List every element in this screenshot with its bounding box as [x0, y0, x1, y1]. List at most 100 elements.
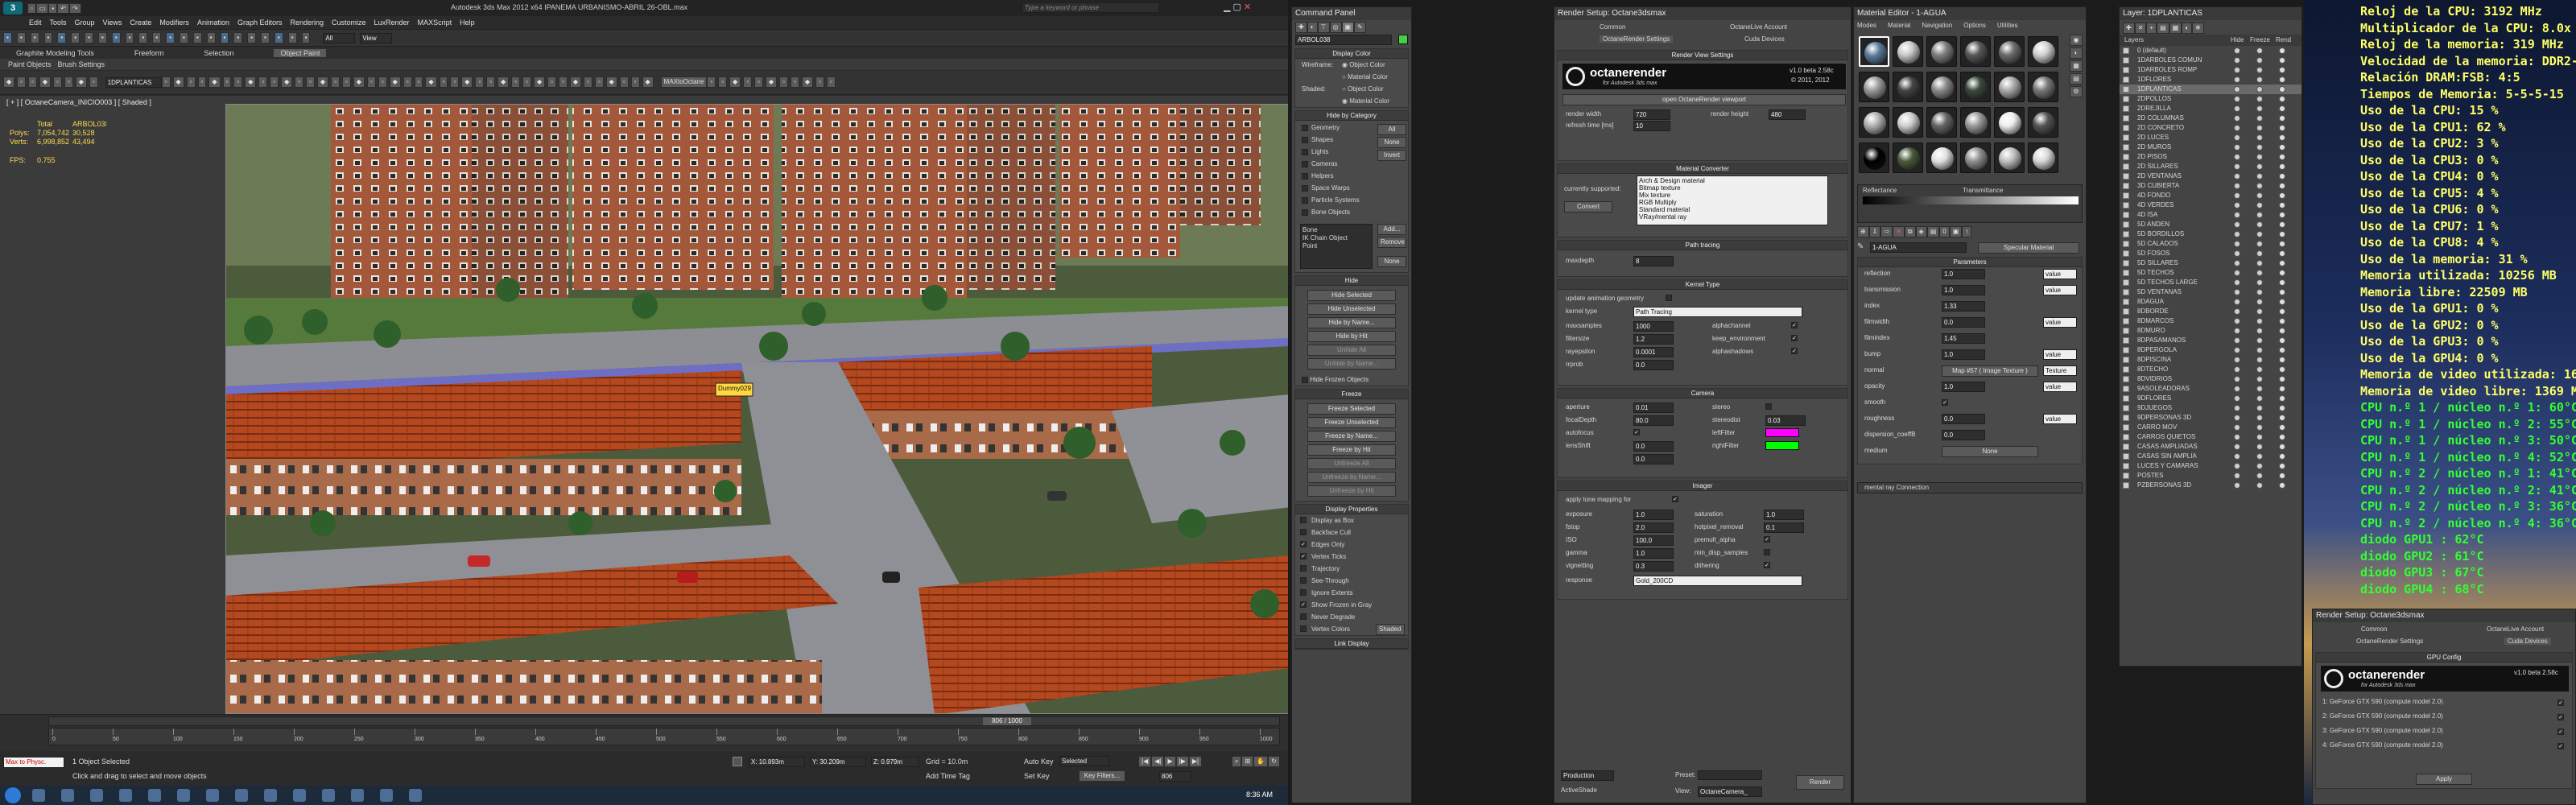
layer-render-toggle[interactable]: [2279, 202, 2285, 208]
freeze-unselected-button[interactable]: Freeze Unselected: [1307, 417, 1396, 428]
pan-icon[interactable]: ✋: [1253, 756, 1269, 767]
layer-row[interactable]: 5D SILLARES: [2120, 258, 2301, 268]
mirror-icon[interactable]: ▪: [125, 32, 134, 43]
layer-hide-toggle[interactable]: [2234, 434, 2240, 440]
supported-item[interactable]: Mix texture: [1639, 192, 1826, 199]
transmission-type-select[interactable]: value: [2043, 285, 2077, 295]
tab-octanelive[interactable]: OctaneLive Account: [1730, 23, 1787, 31]
display-prop-see-through[interactable]: See-Through: [1295, 575, 1408, 587]
unfreeze-all-button[interactable]: Unfreeze All: [1307, 458, 1396, 469]
freeze-all-icon[interactable]: ❄: [2192, 23, 2204, 34]
vignetting-input[interactable]: 0.3: [1633, 561, 1674, 572]
timeline[interactable]: 806 / 1000 0 50 100 150 200 250 300 350 400 450 50…: [0, 714, 1288, 751]
tool-icon[interactable]: ◆: [245, 76, 257, 88]
display-prop-ignore-extents[interactable]: Ignore Extents: [1295, 587, 1408, 599]
tool-icon[interactable]: ▫: [64, 76, 73, 88]
material-slot[interactable]: [1994, 107, 2025, 138]
gpu-checkbox[interactable]: ✓: [2557, 700, 2564, 706]
layer-render-toggle[interactable]: [2279, 376, 2285, 382]
material-slot[interactable]: [1960, 142, 1991, 173]
layer-freeze-toggle[interactable]: [2256, 163, 2263, 170]
tool-icon[interactable]: ▫: [522, 76, 531, 88]
menu-edit[interactable]: Edit: [29, 19, 42, 27]
hide-by-hit-button[interactable]: Hide by Hit: [1307, 331, 1396, 342]
camera-header[interactable]: Camera: [1558, 389, 1847, 398]
menu-modifiers[interactable]: Modifiers: [159, 19, 189, 27]
bump-type-select[interactable]: value: [2043, 349, 2077, 360]
hide-unselected-button[interactable]: Hide Unselected: [1307, 303, 1396, 315]
tool-icon[interactable]: ◆: [533, 76, 546, 88]
tool-icon[interactable]: ◆: [353, 76, 365, 88]
tool-icon[interactable]: ▫: [341, 76, 351, 88]
hierarchy-tab-icon[interactable]: ⊤: [1317, 22, 1330, 33]
smooth-checkbox[interactable]: ✓: [1942, 399, 1948, 406]
layer-render-toggle[interactable]: [2279, 67, 2285, 73]
material-slot[interactable]: [2028, 36, 2058, 67]
layer-manager-icon[interactable]: ▪: [220, 32, 229, 43]
layer-freeze-toggle[interactable]: [2256, 337, 2263, 344]
layer-render-toggle[interactable]: [2279, 163, 2285, 170]
layer-hide-toggle[interactable]: [2234, 347, 2240, 353]
layer-hide-toggle[interactable]: [2234, 105, 2240, 112]
layer-hide-toggle[interactable]: [2234, 231, 2240, 237]
layer-hide-toggle[interactable]: [2234, 444, 2240, 450]
3dsmax-icon[interactable]: [148, 789, 161, 802]
me-menu-material[interactable]: Material: [1888, 22, 1910, 29]
undo-icon[interactable]: ↶: [57, 3, 69, 13]
add-time-tag[interactable]: Add Time Tag: [926, 772, 970, 780]
fstop-input[interactable]: 2.0: [1633, 522, 1674, 533]
layer-render-toggle[interactable]: [2279, 444, 2285, 450]
layer-render-toggle[interactable]: [2279, 212, 2285, 218]
category-bone-objects[interactable]: Bone Objects: [1302, 208, 1350, 216]
material-slot[interactable]: [1960, 107, 1991, 138]
current-frame[interactable]: 806: [1159, 771, 1191, 782]
layer-render-toggle[interactable]: [2279, 415, 2285, 421]
tool-icon[interactable]: ▫: [17, 76, 26, 88]
object-color-swatch[interactable]: [1398, 35, 1408, 44]
material-slot[interactable]: [1893, 142, 1923, 173]
display-prop-vertex-ticks[interactable]: ✓ Vertex Ticks: [1295, 551, 1408, 563]
unfreeze-by-hit-button[interactable]: Unfreeze by Hit: [1307, 485, 1396, 497]
tool-icon[interactable]: ▫: [718, 76, 728, 88]
layer-row[interactable]: CARRO MOV: [2120, 423, 2301, 432]
layer-render-toggle[interactable]: [2279, 134, 2285, 141]
tool-icon[interactable]: ◆: [281, 76, 293, 88]
layer-render-toggle[interactable]: [2279, 260, 2285, 266]
z-coordinate[interactable]: Z: 0.979m: [871, 757, 919, 767]
category-particle-systems[interactable]: Particle Systems: [1302, 196, 1360, 204]
redo-icon[interactable]: ↷: [68, 3, 81, 13]
layer-row[interactable]: 2D PISOS: [2120, 152, 2301, 162]
layer-row[interactable]: 5D CALADOS: [2120, 239, 2301, 249]
reflection-type-select[interactable]: value: [2043, 269, 2077, 279]
layer-render-toggle[interactable]: [2279, 115, 2285, 122]
layer-row[interactable]: 2DPOLLOS: [2120, 94, 2301, 104]
layer-hide-toggle[interactable]: [2234, 357, 2240, 363]
tool-icon[interactable]: ▫: [161, 76, 171, 88]
layer-hide-toggle[interactable]: [2234, 241, 2240, 247]
layer-row[interactable]: 8DBORDE: [2120, 307, 2301, 316]
layer-row[interactable]: 5D BORDILLOS: [2120, 229, 2301, 239]
imager-header[interactable]: Imager: [1558, 481, 1847, 491]
layer-freeze-toggle[interactable]: [2256, 154, 2263, 160]
tool-icon[interactable]: ▫: [258, 76, 268, 88]
layer-hide-toggle[interactable]: [2234, 260, 2240, 266]
layer-row[interactable]: 8DAGUA: [2120, 297, 2301, 307]
options-icon[interactable]: ⚙: [2070, 86, 2083, 97]
material-slot[interactable]: [1960, 72, 1991, 102]
layer-render-toggle[interactable]: [2279, 405, 2285, 411]
layer-hide-toggle[interactable]: [2234, 366, 2240, 373]
filmwidth-type-select[interactable]: value: [2043, 317, 2077, 328]
rayepsilon-input[interactable]: 0.0001: [1633, 347, 1674, 357]
layer-render-toggle[interactable]: [2279, 357, 2285, 363]
layer-freeze-toggle[interactable]: [2256, 386, 2263, 392]
layer-render-toggle[interactable]: [2279, 183, 2285, 189]
layer-row[interactable]: CASAS SIN AMPLIA: [2120, 452, 2301, 461]
curve-editor-icon[interactable]: ▪: [233, 32, 243, 43]
paint-icon[interactable]: [380, 789, 393, 802]
layer-render-toggle[interactable]: [2279, 347, 2285, 353]
tool-icon[interactable]: ▫: [331, 76, 340, 88]
move-icon[interactable]: ▪: [57, 32, 67, 43]
tool-icon[interactable]: ▫: [28, 76, 37, 88]
layer-freeze-toggle[interactable]: [2256, 47, 2263, 54]
layer-render-toggle[interactable]: [2279, 386, 2285, 392]
